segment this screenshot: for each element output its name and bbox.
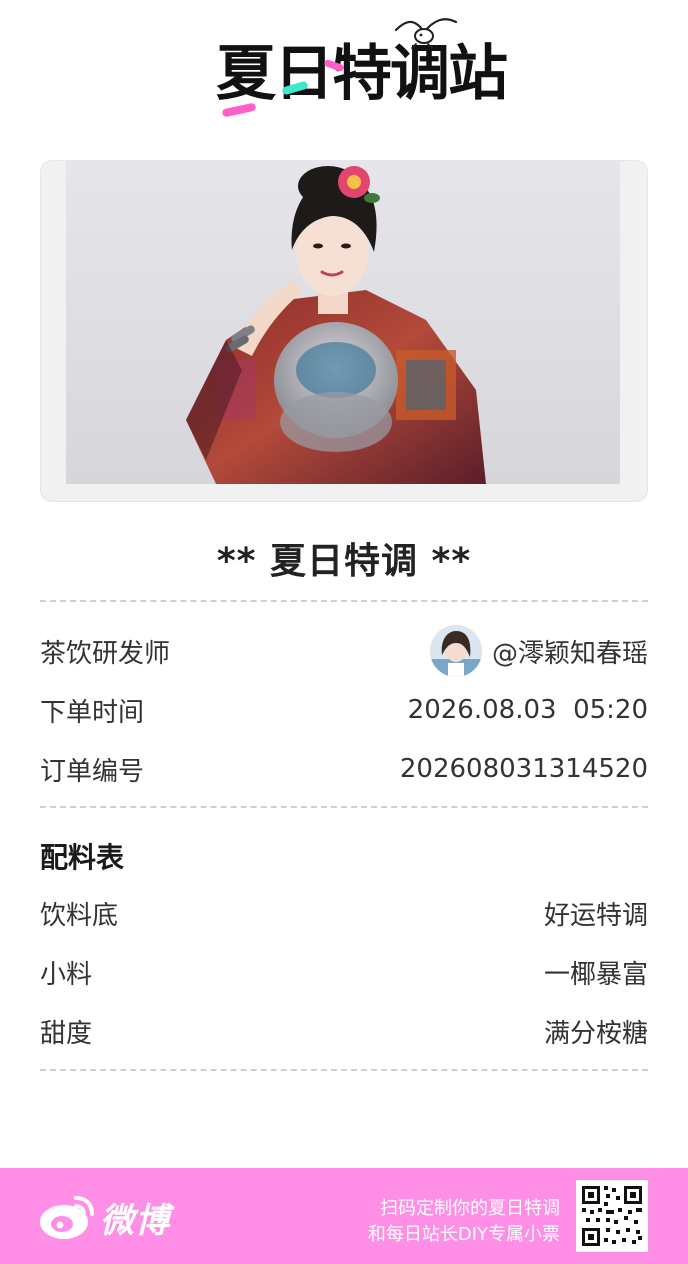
avatar-photo: [429, 625, 482, 677]
footer-promo: 扫码定制你的夏日特调 和每日站长DIY专属小票: [368, 1196, 560, 1248]
portrait-photo: [66, 160, 620, 484]
recipe-row-base: 饮料底 好运特调: [40, 893, 648, 933]
order-time-value: 2026.08.03 05:20: [407, 695, 648, 725]
info-row-order-time: 下单时间 2026.08.03 05:20: [40, 690, 648, 730]
weibo-logo[interactable]: 微博: [38, 1192, 188, 1242]
weibo-brand-text: 微博: [100, 1200, 170, 1241]
info-value-developer[interactable]: @澪颖知春瑶: [429, 625, 648, 677]
promo-line: 扫码定制你的夏日特调: [380, 1198, 560, 1219]
recipe-value: 一椰暴富: [543, 959, 648, 990]
info-label: 茶饮研发师: [40, 638, 171, 669]
recipe-value: 满分桉糖: [543, 1018, 648, 1049]
order-number-value: 202608031314520: [399, 754, 648, 784]
brand-logo: 夏日特调站: [206, 14, 508, 126]
info-label: 下单时间: [40, 697, 145, 728]
seagull-icon: [394, 18, 458, 49]
dashed-divider: [40, 600, 648, 602]
info-row-order-number: 订单编号 202608031314520: [40, 749, 648, 789]
qr-code[interactable]: [576, 1180, 648, 1252]
promo-line: 和每日站长DIY专属小票: [367, 1224, 560, 1245]
recipe-value: 好运特调: [543, 900, 648, 931]
avatar[interactable]: [429, 625, 482, 677]
recipe-label: 甜度: [40, 1018, 93, 1049]
recipe-label: 饮料底: [40, 900, 119, 931]
qr-code-icon: [576, 1180, 648, 1252]
photo-card: [40, 160, 648, 502]
footer-banner: 微博 扫码定制你的夏日特调 和每日站长DIY专属小票: [0, 1168, 688, 1264]
receipt-page: 夏日特调站 ** 夏日特调 ** 茶饮研发师 @澪颖知春瑶 下单时间 2026.…: [0, 0, 688, 1264]
logo-text: 夏日特调站: [216, 39, 508, 109]
weibo-icon: [40, 1196, 94, 1239]
dashed-divider: [40, 1069, 648, 1071]
info-row-developer: 茶饮研发师 @澪颖知春瑶: [40, 625, 648, 677]
recipe-row-sweetness: 甜度 满分桉糖: [40, 1011, 648, 1051]
ticket-title: ** 夏日特调 **: [216, 541, 472, 582]
developer-handle[interactable]: @澪颖知春瑶: [492, 633, 648, 670]
recipe-heading: 配料表: [40, 841, 125, 874]
dashed-divider: [40, 806, 648, 808]
recipe-label: 小料: [40, 959, 93, 990]
recipe-row-topping: 小料 一椰暴富: [40, 952, 648, 992]
info-label: 订单编号: [40, 756, 145, 787]
